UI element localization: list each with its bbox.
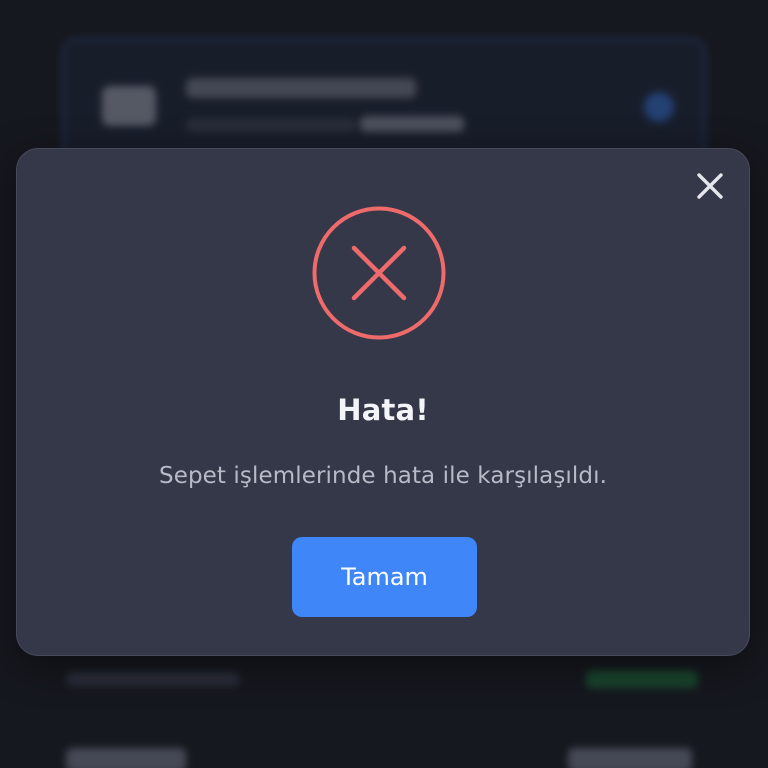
- dialog-title: Hata!: [337, 393, 429, 427]
- error-dialog: Hata! Sepet işlemlerinde hata ile karşıl…: [16, 148, 750, 656]
- background-card-icon: [102, 86, 156, 126]
- close-icon: [697, 173, 723, 199]
- error-x-circle-icon: [310, 204, 448, 342]
- background-card-title: [186, 78, 416, 98]
- background-card-detail: [360, 116, 464, 132]
- background-radio-icon: [644, 92, 674, 122]
- background-card-subtitle: [186, 118, 356, 132]
- page: Hata! Sepet işlemlerinde hata ile karşıl…: [0, 0, 768, 768]
- background-total-label: [66, 748, 186, 768]
- background-row-badge: [586, 670, 698, 688]
- close-button[interactable]: [693, 169, 727, 203]
- background-total-value: [568, 748, 692, 768]
- background-row-label: [66, 672, 240, 686]
- confirm-button[interactable]: Tamam: [292, 537, 477, 617]
- dialog-message: Sepet işlemlerinde hata ile karşılaşıldı…: [159, 463, 607, 489]
